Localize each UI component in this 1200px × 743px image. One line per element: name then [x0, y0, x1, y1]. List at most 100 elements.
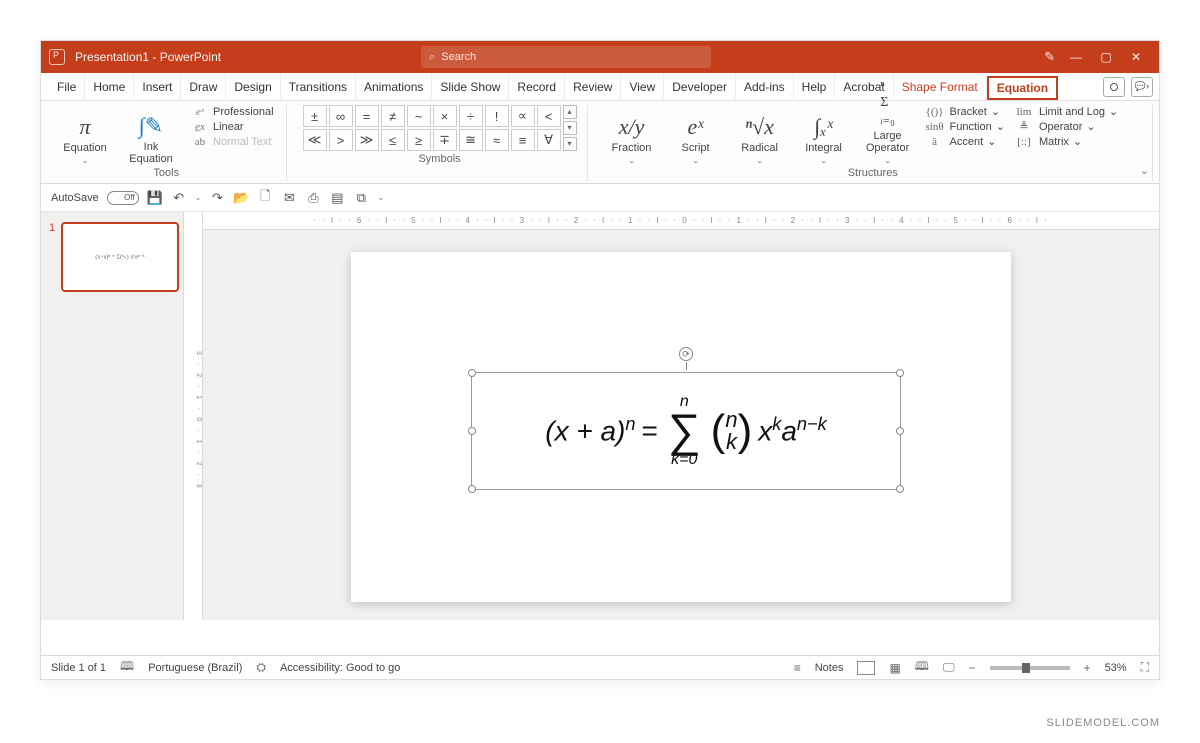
tab-addins[interactable]: Add-ins	[736, 73, 794, 101]
open-file-icon[interactable]: 📂	[233, 190, 249, 206]
close-button[interactable]: ✕	[1121, 50, 1151, 64]
new-file-icon[interactable]: 🗋	[257, 190, 273, 206]
ribbon: π Equation ⌄ ∫✎ Ink Equation eˣProfessio…	[41, 101, 1159, 184]
camera-button[interactable]	[1103, 77, 1125, 97]
limit-button[interactable]: limLimit and Log ⌄	[1013, 105, 1118, 118]
fit-to-window-button[interactable]: ⛶	[1141, 660, 1149, 675]
save-button[interactable]: 💾	[147, 190, 163, 206]
tab-file[interactable]: File	[47, 73, 85, 101]
ink-equation-button[interactable]: ∫✎ Ink Equation	[123, 105, 179, 165]
tab-record[interactable]: Record	[509, 73, 565, 101]
notes-button[interactable]: Notes	[815, 662, 844, 674]
from-beginning-icon[interactable]: ▤	[329, 190, 345, 206]
drawing-mode-icon[interactable]: ✎	[1044, 49, 1055, 65]
equation-content[interactable]: (x + a)n = n∑k=0 (nk) xkan−k	[472, 373, 900, 489]
title-bar: Presentation1 - PowerPoint ⌕ Search ✎ ― …	[41, 41, 1159, 73]
zoom-in-button[interactable]: +	[1084, 661, 1091, 675]
symbol-cell[interactable]: ∝	[511, 105, 535, 127]
sorter-view-button[interactable]: ▦	[889, 661, 900, 675]
tab-equation[interactable]: Equation	[987, 76, 1058, 100]
slide-edit-area[interactable]: ⟳ (x + a)n = n∑k=0 (nk) xkan−k	[203, 230, 1159, 620]
tab-view[interactable]: View	[621, 73, 664, 101]
symbols-scroll-down[interactable]: ▾	[563, 121, 577, 135]
rotate-handle[interactable]: ⟳	[679, 347, 693, 361]
zoom-slider[interactable]	[990, 666, 1070, 670]
accessibility-status[interactable]: Accessibility: Good to go	[280, 662, 400, 674]
search-box[interactable]: ⌕ Search	[421, 46, 711, 68]
symbol-cell[interactable]: ≫	[355, 129, 379, 151]
fraction-button[interactable]: x/yFraction⌄	[604, 105, 660, 165]
symbols-scroll-up[interactable]: ▴	[563, 105, 577, 119]
symbol-cell[interactable]: ±	[303, 105, 327, 127]
symbol-cell[interactable]: ÷	[459, 105, 483, 127]
reading-view-button[interactable]: 🕮	[915, 657, 929, 678]
equation-text-box[interactable]: ⟳ (x + a)n = n∑k=0 (nk) xkan−k	[471, 372, 901, 490]
normal-view-button[interactable]	[857, 661, 875, 675]
symbol-cell[interactable]: ∓	[433, 129, 457, 151]
quick-print-icon[interactable]: ⎙	[305, 190, 321, 206]
symbol-cell[interactable]: <	[537, 105, 561, 127]
resize-handle-ne[interactable]	[896, 369, 904, 377]
professional-button[interactable]: eˣProfessional	[189, 105, 276, 119]
matrix-button[interactable]: [::]Matrix ⌄	[1013, 135, 1118, 148]
undo-button[interactable]: ↶	[171, 190, 187, 206]
tab-draw[interactable]: Draw	[181, 73, 226, 101]
symbols-more[interactable]: ▾	[563, 137, 577, 151]
symbol-cell[interactable]: ≠	[381, 105, 405, 127]
symbol-cell[interactable]: ≅	[459, 129, 483, 151]
resize-handle-nw[interactable]	[468, 369, 476, 377]
tab-animations[interactable]: Animations	[356, 73, 432, 101]
email-icon[interactable]: ✉	[281, 190, 297, 206]
tab-insert[interactable]: Insert	[134, 73, 181, 101]
symbol-cell[interactable]: ≈	[485, 129, 509, 151]
touch-mode-icon[interactable]: ⧉	[353, 190, 369, 206]
radical-button[interactable]: ⁿ√xRadical⌄	[732, 105, 788, 165]
large-operator-button[interactable]: ⁿΣᵢ₌₀Large Operator⌄	[860, 105, 916, 165]
collapse-ribbon-icon[interactable]: ⌄	[1140, 164, 1149, 177]
tab-review[interactable]: Review	[565, 73, 621, 101]
zoom-out-button[interactable]: −	[969, 661, 976, 675]
tab-transitions[interactable]: Transitions	[281, 73, 356, 101]
normal-text-button[interactable]: abNormal Text	[189, 135, 276, 149]
symbol-cell[interactable]: ≤	[381, 129, 405, 151]
comments-button[interactable]: 💬›	[1131, 77, 1153, 97]
autosave-toggle[interactable]: Off	[107, 191, 139, 205]
powerpoint-icon	[49, 49, 65, 65]
tab-developer[interactable]: Developer	[664, 73, 736, 101]
linear-button[interactable]: e̲xLinear	[189, 120, 276, 134]
tab-shape-format[interactable]: Shape Format	[894, 73, 987, 101]
tab-home[interactable]: Home	[85, 73, 134, 101]
minimize-button[interactable]: ―	[1061, 50, 1091, 64]
script-button[interactable]: eˣScript⌄	[668, 105, 724, 165]
symbol-cell[interactable]: ≥	[407, 129, 431, 151]
language-status[interactable]: Portuguese (Brazil)	[148, 662, 242, 674]
symbol-cell[interactable]: !	[485, 105, 509, 127]
resize-handle-se[interactable]	[896, 485, 904, 493]
slide-thumbnail-1[interactable]: 1 (x+a)ⁿ = Σ(ⁿₖ) xᵏaⁿ⁻ᵏ	[61, 222, 179, 292]
equation-button[interactable]: π Equation ⌄	[57, 105, 113, 165]
redo-button[interactable]: ↷	[209, 190, 225, 206]
symbol-cell[interactable]: ×	[433, 105, 457, 127]
operator-button[interactable]: ≜Operator ⌄	[1013, 120, 1118, 133]
symbol-cell[interactable]: ≡	[511, 129, 535, 151]
maximize-button[interactable]: ▢	[1091, 50, 1121, 64]
zoom-level[interactable]: 53%	[1105, 662, 1127, 674]
symbol-cell[interactable]: ~	[407, 105, 431, 127]
slide-canvas[interactable]: ⟳ (x + a)n = n∑k=0 (nk) xkan−k	[351, 252, 1011, 602]
resize-handle-w[interactable]	[468, 427, 476, 435]
accent-button[interactable]: äAccent ⌄	[924, 135, 1005, 148]
slideshow-view-button[interactable]: 🖵	[943, 660, 955, 675]
bracket-button[interactable]: {()}Bracket ⌄	[924, 105, 1005, 118]
symbol-cell[interactable]: >	[329, 129, 353, 151]
symbol-cell[interactable]: ∞	[329, 105, 353, 127]
resize-handle-e[interactable]	[896, 427, 904, 435]
tab-help[interactable]: Help	[794, 73, 836, 101]
tab-slideshow[interactable]: Slide Show	[432, 73, 509, 101]
tab-design[interactable]: Design	[226, 73, 280, 101]
symbol-cell[interactable]: ∀	[537, 129, 561, 151]
function-button[interactable]: sinθFunction ⌄	[924, 120, 1005, 133]
integral-button[interactable]: ∫ₓˣIntegral⌄	[796, 105, 852, 165]
symbol-cell[interactable]: =	[355, 105, 379, 127]
symbol-cell[interactable]: ≪	[303, 129, 327, 151]
resize-handle-sw[interactable]	[468, 485, 476, 493]
